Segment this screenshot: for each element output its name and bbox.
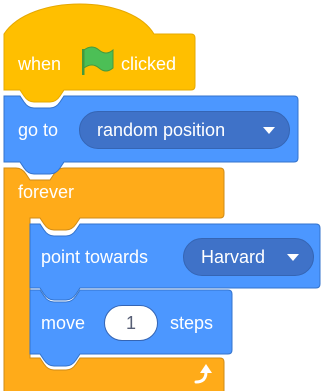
clicked-label: clicked bbox=[121, 54, 177, 74]
forever-label: forever bbox=[18, 182, 75, 202]
move-label: move bbox=[41, 313, 86, 333]
chevron-down-icon bbox=[263, 127, 275, 134]
go-to-target-value: random position bbox=[97, 120, 226, 140]
point-towards-label: point towards bbox=[41, 247, 149, 267]
go-to-target-dropdown[interactable]: random position bbox=[79, 111, 290, 149]
steps-label: steps bbox=[170, 313, 214, 333]
point-towards-target-value: Harvard bbox=[201, 247, 266, 267]
go-to-label: go to bbox=[18, 120, 59, 140]
when-label: when bbox=[18, 54, 62, 74]
point-towards-target-dropdown[interactable]: Harvard bbox=[183, 238, 314, 276]
move-steps-input[interactable]: 1 bbox=[104, 305, 158, 341]
chevron-down-icon bbox=[287, 254, 299, 261]
